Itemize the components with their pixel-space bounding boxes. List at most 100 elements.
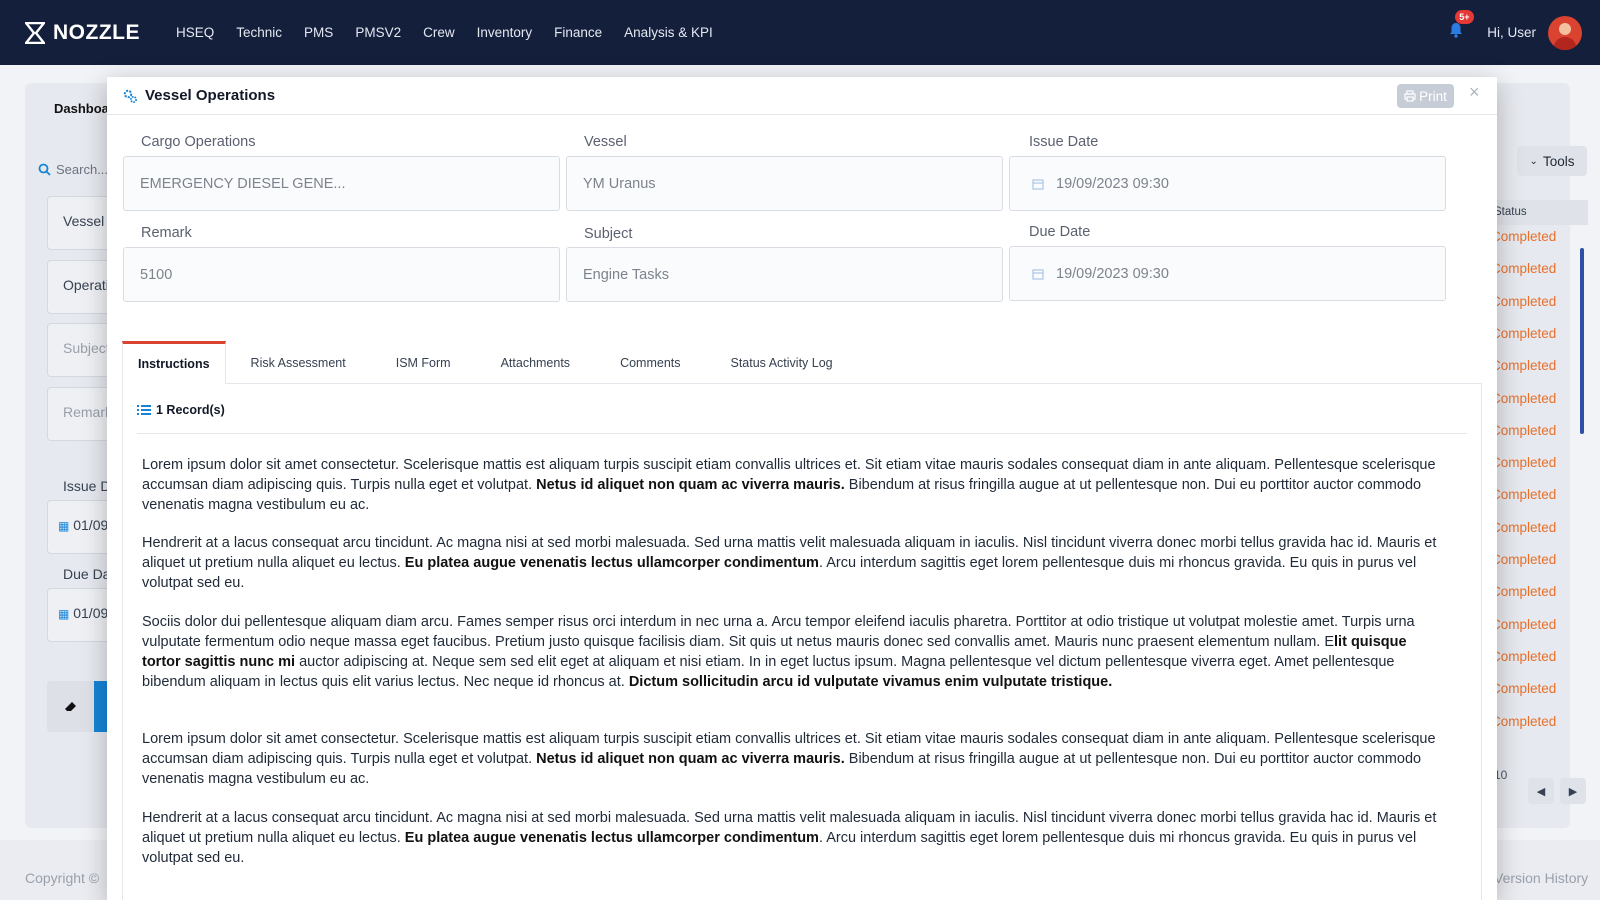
calendar-icon: [1032, 268, 1044, 280]
modal-title: Vessel Operations: [145, 87, 276, 104]
status-cell: Completed: [1491, 552, 1557, 567]
prev-page-button[interactable]: ◀: [1528, 778, 1554, 804]
tab-comments[interactable]: Comments: [595, 341, 705, 384]
status-cell: Completed: [1491, 261, 1557, 277]
instruction-paragraph: Sociis dolor dui pellentesque aliquam di…: [142, 612, 1437, 692]
status-cell: Completed: [1491, 648, 1557, 664]
vessel-label: Vessel: [584, 134, 627, 150]
footer-version-history[interactable]: Version History: [1494, 870, 1588, 886]
status-cell: Completed: [1491, 390, 1557, 406]
paragraph-bold: Dictum sollicitudin arcu id vulputate vi…: [628, 674, 1113, 690]
cargo-operations-field[interactable]: EMERGENCY DIESEL GENE...: [123, 156, 560, 211]
paragraph-bold: Netus id aliquet non quam ac viverra mau…: [536, 477, 845, 493]
main-nav: HSEQ Technic PMS PMSV2 Crew Inventory Fi…: [176, 25, 735, 40]
subject-label: Subject: [584, 226, 633, 242]
next-page-button[interactable]: ▶: [1560, 778, 1586, 804]
records-count: 1 Record(s): [137, 403, 225, 417]
records-divider: [137, 433, 1467, 434]
table-scrollbar[interactable]: [1580, 248, 1584, 434]
search-placeholder: Search...: [56, 162, 109, 177]
brand-name: NOZZLE: [53, 20, 140, 44]
paragraph-bold: Netus id aliquet non quam ac viverra mau…: [536, 751, 845, 767]
nav-finance[interactable]: Finance: [554, 25, 602, 40]
status-cell: Completed: [1491, 487, 1557, 503]
close-button[interactable]: ×: [1469, 82, 1480, 103]
status-cell: Completed: [1491, 422, 1557, 438]
tab-status-activity-log[interactable]: Status Activity Log: [706, 341, 858, 384]
tab-instructions[interactable]: Instructions: [122, 341, 226, 384]
calendar-icon: [1032, 178, 1044, 190]
chevron-down-icon: ⌄: [1529, 155, 1538, 167]
nav-technic[interactable]: Technic: [236, 25, 282, 40]
print-icon: [1404, 90, 1416, 102]
paragraph-bold: Eu platea augue venenatis lectus ullamco…: [404, 555, 819, 571]
user-greeting: Hi, User: [1487, 25, 1536, 40]
tools-dropdown[interactable]: ⌄ Tools: [1517, 146, 1587, 176]
status-cell: Completed: [1491, 229, 1557, 244]
logo-icon: [25, 21, 45, 44]
status-cell: Completed: [1491, 584, 1557, 600]
avatar-icon: [1553, 22, 1577, 50]
tools-label: Tools: [1542, 153, 1575, 169]
bell-icon: [1450, 23, 1463, 38]
remark-label: Remark: [141, 225, 192, 241]
nav-inventory[interactable]: Inventory: [477, 25, 533, 40]
paragraph-text: Sociis dolor dui pellentesque aliquam di…: [142, 614, 1415, 650]
gears-icon: [123, 89, 137, 103]
status-cell: Completed: [1491, 519, 1557, 535]
calendar-icon: ▦: [58, 519, 70, 533]
issue-date-label: Issue Date: [1029, 134, 1099, 150]
issue-date-value: 19/09/2023 09:30: [1056, 175, 1169, 192]
eraser-icon: [65, 702, 76, 711]
status-cell: Completed: [1491, 455, 1557, 471]
status-cell: Completed: [1491, 325, 1557, 341]
status-cell: Completed: [1491, 681, 1557, 697]
brand-logo[interactable]: NOZZLE: [25, 21, 140, 45]
tab-bar: Instructions Risk Assessment ISM Form At…: [122, 341, 858, 384]
status-cell: Completed: [1491, 713, 1557, 729]
due-date-value: 19/09/2023 09:30: [1056, 265, 1169, 282]
subject-field[interactable]: Engine Tasks: [566, 247, 1003, 302]
status-cell: Completed: [1491, 293, 1557, 309]
due-date-field[interactable]: 19/09/2023 09:30: [1009, 246, 1446, 301]
tab-ism-form[interactable]: ISM Form: [371, 341, 476, 384]
list-icon: [137, 405, 151, 415]
modal-header: Vessel Operations Print ×: [107, 77, 1497, 115]
calendar-icon: ▦: [58, 607, 70, 621]
status-cell: Completed: [1491, 616, 1557, 632]
notifications-button[interactable]: 5+: [1449, 10, 1474, 43]
avatar[interactable]: [1548, 15, 1582, 50]
vessel-operations-modal: Vessel Operations Print × Cargo Operatio…: [107, 77, 1497, 900]
issue-date-field[interactable]: 19/09/2023 09:30: [1009, 156, 1446, 211]
records-label: 1 Record(s): [156, 403, 225, 417]
status-cell: Completed: [1491, 358, 1557, 374]
nav-crew[interactable]: Crew: [423, 25, 455, 40]
instruction-paragraph: Hendrerit at a lacus consequat arcu tinc…: [142, 808, 1437, 868]
notification-badge: 5+: [1455, 10, 1474, 24]
top-navbar: NOZZLE HSEQ Technic PMS PMSV2 Crew Inven…: [0, 0, 1600, 65]
tab-risk-assessment[interactable]: Risk Assessment: [226, 341, 371, 384]
due-date-label: Due Date: [1029, 224, 1091, 240]
print-label: Print: [1419, 88, 1447, 104]
tab-attachments[interactable]: Attachments: [476, 341, 595, 384]
status-column-header: Status: [1488, 200, 1588, 225]
instruction-paragraph: Hendrerit at a lacus consequat arcu tinc…: [142, 533, 1437, 593]
footer-copyright: Copyright ©: [25, 870, 100, 886]
print-button[interactable]: Print: [1397, 84, 1454, 108]
remark-field[interactable]: 5100: [123, 247, 560, 302]
nav-analysis-kpi[interactable]: Analysis & KPI: [624, 25, 713, 40]
nav-pmsv2[interactable]: PMSV2: [355, 25, 401, 40]
nav-hseq[interactable]: HSEQ: [176, 25, 214, 40]
paragraph-bold: Eu platea augue venenatis lectus ullamco…: [404, 830, 819, 846]
remark-value: 5100: [140, 266, 173, 283]
nav-pms[interactable]: PMS: [304, 25, 333, 40]
vessel-value: YM Uranus: [583, 175, 656, 192]
subject-value: Engine Tasks: [583, 266, 669, 283]
instruction-paragraph: Lorem ipsum dolor sit amet consectetur. …: [142, 729, 1437, 789]
cargo-operations-label: Cargo Operations: [141, 134, 256, 150]
vessel-field[interactable]: YM Uranus: [566, 156, 1003, 211]
search-icon: [38, 163, 51, 176]
cargo-operations-value: EMERGENCY DIESEL GENE...: [140, 175, 346, 192]
instruction-paragraph: Lorem ipsum dolor sit amet consectetur. …: [142, 455, 1437, 515]
background-search[interactable]: Search...: [38, 162, 108, 177]
